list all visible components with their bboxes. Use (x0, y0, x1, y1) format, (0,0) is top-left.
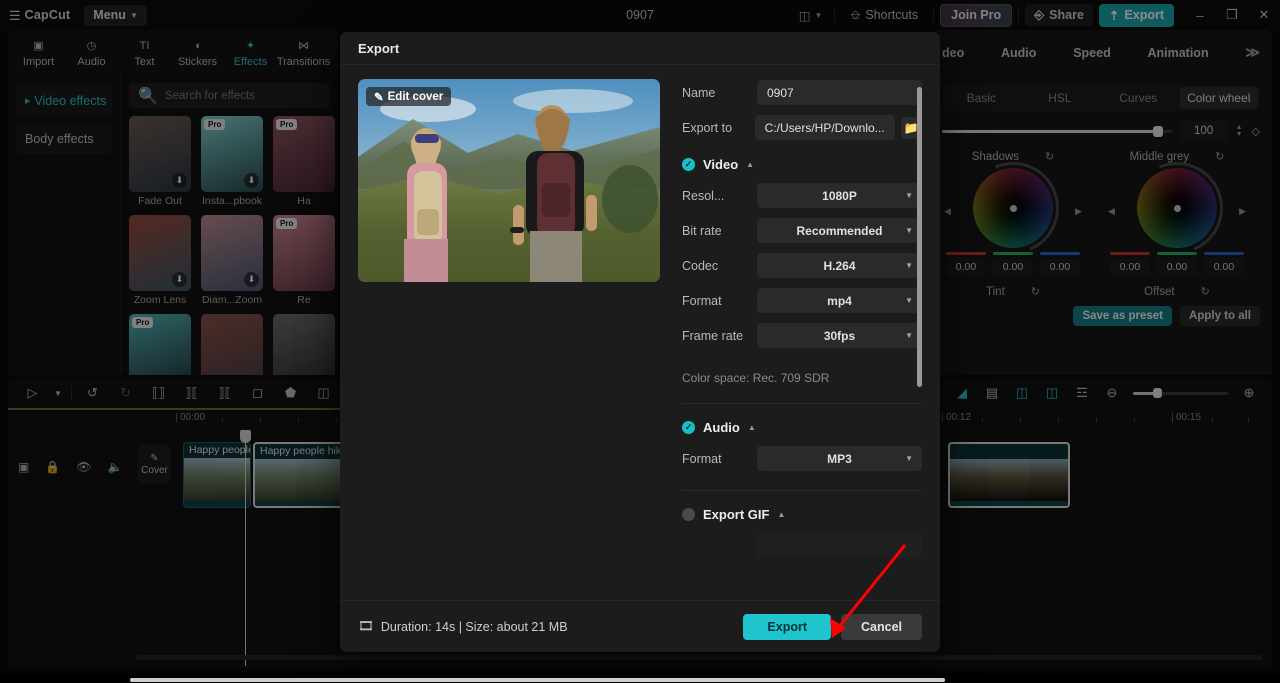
gif-row-partial (682, 532, 922, 559)
divider (682, 403, 922, 404)
dialog-body: ✎ Edit cover Name 0907 Export to C:/User… (340, 65, 940, 600)
audio-section-header: ✓ Audio ▲ (682, 420, 922, 435)
video-section-header: ✓ Video ▲ (682, 157, 922, 172)
audio-section-title: Audio (703, 420, 740, 435)
export-path-input[interactable]: C:/Users/HP/Downlo... (754, 115, 895, 140)
name-row: Name 0907 (682, 79, 922, 106)
setting-row: Resol... 1080P ▼ (682, 182, 922, 209)
setting-value: 30fps (823, 328, 856, 343)
edit-cover-button[interactable]: ✎ Edit cover (366, 87, 452, 106)
video-section-title: Video (703, 157, 739, 172)
pencil-icon: ✎ (374, 91, 384, 104)
setting-row: Frame rate 30fps ▼ (682, 322, 922, 349)
setting-row: Codec H.264 ▼ (682, 252, 922, 279)
dialog-footer: 🎞 Duration: 14s | Size: about 21 MB Expo… (340, 600, 940, 652)
cover-image (358, 79, 660, 282)
color-space-label: Color space: Rec. 709 SDR (682, 371, 830, 385)
bottom-strip (0, 673, 1280, 683)
capcut-window: ☰ CapCut Menu ▼ 0907 ◫ ▼ ⎒ Shortcuts Joi… (0, 0, 1280, 683)
chevron-down-icon: ▼ (905, 296, 913, 305)
setting-value: H.264 (823, 258, 856, 273)
setting-dropdown[interactable]: 1080P ▼ (757, 183, 922, 208)
video-checkbox[interactable]: ✓ (682, 158, 695, 171)
setting-label: Format (682, 293, 722, 308)
setting-label: Bit rate (682, 223, 722, 238)
setting-label: Format (682, 451, 722, 466)
export-path-value: C:/Users/HP/Downlo... (764, 120, 885, 135)
cancel-button[interactable]: Cancel (841, 613, 922, 640)
audio-checkbox[interactable]: ✓ (682, 421, 695, 434)
dialog-title: Export (340, 32, 940, 65)
setting-label: Resol... (682, 188, 725, 203)
chevron-down-icon: ▼ (905, 454, 913, 463)
setting-row: Format MP3 ▼ (682, 445, 922, 472)
duration-info: 🎞 Duration: 14s | Size: about 21 MB (358, 619, 568, 634)
chevron-down-icon: ▼ (905, 331, 913, 340)
video-settings-rows: Resol... 1080P ▼ Bit rate Recommended ▼ Codec H… (682, 182, 922, 349)
setting-dropdown[interactable]: mp4 ▼ (757, 288, 922, 313)
name-value: 0907 (767, 85, 794, 100)
export-to-label: Export to (682, 120, 733, 135)
setting-value: 1080P (822, 188, 857, 203)
chevron-down-icon: ▼ (905, 261, 913, 270)
setting-dropdown[interactable]: 30fps ▼ (757, 323, 922, 348)
setting-dropdown[interactable]: H.264 ▼ (757, 253, 922, 278)
setting-row: Bit rate Recommended ▼ (682, 217, 922, 244)
cover-preview[interactable]: ✎ Edit cover (358, 79, 660, 282)
film-icon: 🎞 (358, 619, 374, 633)
chevron-down-icon: ▼ (905, 191, 913, 200)
setting-dropdown[interactable]: MP3 ▼ (757, 446, 922, 471)
dialog-scrollbar[interactable] (917, 87, 922, 387)
setting-dropdown[interactable]: Recommended ▼ (757, 218, 922, 243)
chevron-up-icon[interactable]: ▲ (777, 510, 785, 519)
export-dialog: Export ✎ Edit cover Name 0907 Export to … (340, 32, 940, 652)
setting-value: mp4 (827, 293, 852, 308)
setting-value: MP3 (827, 451, 852, 466)
gif-section-header: Export GIF ▲ (682, 507, 922, 522)
export-settings: Name 0907 Export to C:/Users/HP/Downlo..… (682, 79, 922, 600)
setting-row: Format mp4 ▼ (682, 287, 922, 314)
setting-value: Recommended (796, 223, 883, 238)
chevron-up-icon[interactable]: ▲ (746, 160, 754, 169)
edit-cover-label: Edit cover (387, 90, 444, 103)
gif-checkbox[interactable] (682, 508, 695, 521)
divider (682, 490, 922, 491)
export-confirm-button[interactable]: Export (743, 613, 831, 640)
bottom-scrollbar[interactable] (130, 678, 945, 682)
setting-label: Frame rate (682, 328, 744, 343)
gif-section-title: Export GIF (703, 507, 770, 522)
name-label: Name (682, 85, 716, 100)
setting-label: Codec (682, 258, 719, 273)
name-input[interactable]: 0907 (757, 80, 922, 105)
audio-settings-rows: Format MP3 ▼ (682, 445, 922, 472)
chevron-down-icon: ▼ (905, 226, 913, 235)
export-to-row: Export to C:/Users/HP/Downlo... 📁 (682, 114, 922, 141)
duration-text: Duration: 14s | Size: about 21 MB (380, 619, 568, 634)
footer-buttons: Export Cancel (743, 613, 922, 640)
chevron-up-icon[interactable]: ▲ (748, 423, 756, 432)
